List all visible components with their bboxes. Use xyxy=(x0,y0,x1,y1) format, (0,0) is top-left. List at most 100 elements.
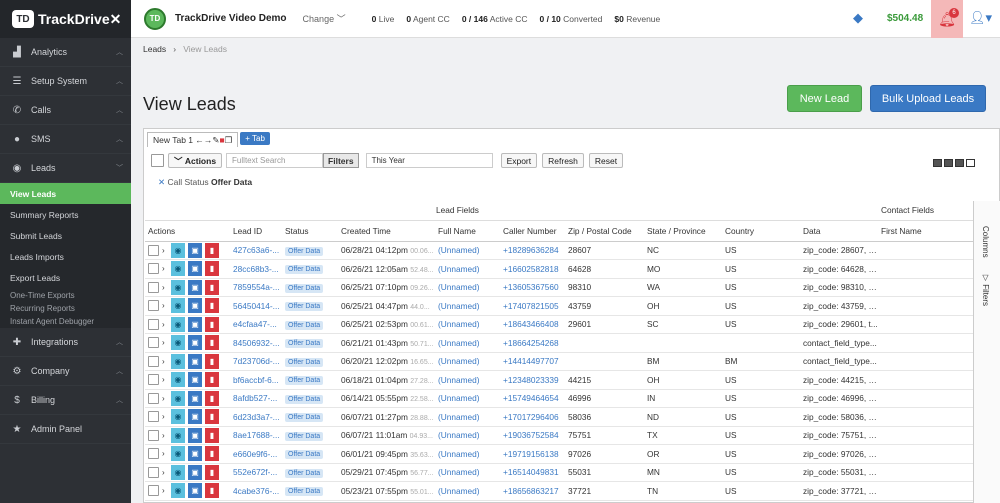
lead-id-link[interactable]: e4cfaa47-... xyxy=(230,315,282,334)
expand-row-icon[interactable]: › xyxy=(162,283,168,292)
row-checkbox[interactable] xyxy=(148,355,159,367)
table-row[interactable]: › ◉ ▣ ▮ e660e9f6-... Offer Data 06/01/21 09:45… xyxy=(145,444,973,464)
caller-number-link[interactable]: +17017296406 xyxy=(500,407,565,427)
row-checkbox[interactable] xyxy=(148,429,159,441)
sidebar-item-company[interactable]: ⚙ Company ︿ xyxy=(0,357,131,386)
full-name-link[interactable]: (Unnamed) xyxy=(435,296,500,316)
table-row[interactable]: › ◉ ▣ ▮ 7859554a-... Offer Data 06/25/21 07:10… xyxy=(145,278,973,297)
column-header[interactable]: First Name xyxy=(878,220,973,242)
caller-number-link[interactable]: +19036752584 xyxy=(500,426,565,445)
copy-icon[interactable]: ❐ xyxy=(225,135,233,146)
expand-row-icon[interactable]: › xyxy=(162,246,168,255)
expand-row-icon[interactable]: › xyxy=(162,486,168,495)
row-checkbox[interactable] xyxy=(148,485,159,497)
add-tab-button[interactable]: + Tab xyxy=(240,132,270,145)
eye-icon[interactable]: ◉ xyxy=(171,464,185,480)
row-checkbox[interactable] xyxy=(148,392,159,404)
row-checkbox[interactable] xyxy=(148,318,159,330)
row-checkbox[interactable] xyxy=(148,466,159,478)
table-row[interactable]: › ◉ ▣ ▮ 6d23d3a7-... Offer Data 06/07/21 01:27… xyxy=(145,407,973,427)
sidebar-item-admin-panel[interactable]: ★ Admin Panel xyxy=(0,415,131,444)
expand-row-icon[interactable]: › xyxy=(162,301,168,310)
column-header[interactable]: Created Time xyxy=(338,220,435,242)
sidebar-subitem-recurring-reports[interactable]: Recurring Reports xyxy=(0,302,131,315)
eye-icon[interactable]: ◉ xyxy=(171,427,185,443)
full-name-link[interactable]: (Unnamed) xyxy=(435,481,500,501)
trash-icon[interactable]: ▮ xyxy=(205,335,219,351)
save-icon[interactable]: ▣ xyxy=(188,409,202,425)
table-row[interactable]: › ◉ ▣ ▮ 4cabe376-... Offer Data 05/23/21 07:55… xyxy=(145,481,973,501)
expand-row-icon[interactable]: › xyxy=(162,375,168,384)
sidebar-subitem-view-leads[interactable]: View Leads xyxy=(0,183,131,204)
expand-row-icon[interactable]: › xyxy=(162,394,168,403)
table-row[interactable]: › ◉ ▣ ▮ 56450414-... Offer Data 06/25/21 04:47… xyxy=(145,296,973,316)
save-icon[interactable]: ▣ xyxy=(188,279,202,295)
table-row[interactable]: › ◉ ▣ ▮ 8ae17688-... Offer Data 06/07/21 11:01… xyxy=(145,426,973,445)
row-checkbox[interactable] xyxy=(148,448,159,460)
row-checkbox[interactable] xyxy=(148,300,159,312)
pencil-icon[interactable]: ✎ xyxy=(212,135,219,146)
eye-icon[interactable]: ◉ xyxy=(171,261,185,277)
save-icon[interactable]: ▣ xyxy=(188,372,202,388)
trash-icon[interactable]: ▮ xyxy=(205,298,219,314)
row-checkbox[interactable] xyxy=(148,374,159,386)
new-lead-button[interactable]: New Lead xyxy=(787,85,862,112)
sidebar-subitem-export-leads[interactable]: Export Leads xyxy=(0,267,131,289)
trash-icon[interactable]: ▮ xyxy=(205,261,219,277)
row-checkbox[interactable] xyxy=(148,244,159,256)
full-name-link[interactable]: (Unnamed) xyxy=(435,407,500,427)
caller-number-link[interactable]: +18664254268 xyxy=(500,333,565,353)
eye-icon[interactable]: ◉ xyxy=(171,242,185,258)
sidebar-subitem-summary-reports[interactable]: Summary Reports xyxy=(0,204,131,225)
eye-icon[interactable]: ◉ xyxy=(171,279,185,295)
save-icon[interactable]: ▣ xyxy=(188,298,202,314)
trash-icon[interactable]: ▮ xyxy=(205,446,219,462)
eye-icon[interactable]: ◉ xyxy=(171,409,185,425)
lead-id-link[interactable]: 56450414-... xyxy=(230,296,282,316)
sidebar-item-setup-system[interactable]: ☰ Setup System ︿ xyxy=(0,67,131,96)
fulltext-search-input[interactable]: Fulltext Search xyxy=(226,153,324,168)
trash-icon[interactable]: ▮ xyxy=(205,390,219,406)
sidebar-item-integrations[interactable]: ✚ Integrations ︿ xyxy=(0,328,131,357)
table-row[interactable]: › ◉ ▣ ▮ 7d23706d-... Offer Data 06/20/21 12:02… xyxy=(145,352,973,371)
expand-row-icon[interactable]: › xyxy=(162,468,168,477)
save-icon[interactable]: ▣ xyxy=(188,446,202,462)
table-row[interactable]: › ◉ ▣ ▮ 28cc68b3-... Offer Data 06/26/21 12:05… xyxy=(145,259,973,279)
date-range-input[interactable]: This Year xyxy=(365,153,493,168)
tags-icon[interactable]: ◆ xyxy=(853,10,863,26)
caller-number-link[interactable]: +17407821505 xyxy=(500,296,565,316)
trash-icon[interactable]: ▮ xyxy=(205,409,219,425)
table-row[interactable]: › ◉ ▣ ▮ e4cfaa47-... Offer Data 06/25/21 02:53… xyxy=(145,315,973,334)
save-icon[interactable]: ▣ xyxy=(188,427,202,443)
column-header[interactable]: Zip / Postal Code xyxy=(565,220,644,242)
layout-empty-icon[interactable] xyxy=(966,159,975,167)
arrow-right-icon[interactable]: → xyxy=(204,135,213,145)
expand-row-icon[interactable]: › xyxy=(162,357,168,366)
column-header[interactable]: Data xyxy=(800,220,878,242)
full-name-link[interactable]: (Unnamed) xyxy=(435,241,500,260)
refresh-button[interactable]: Refresh xyxy=(542,153,584,168)
full-name-link[interactable]: (Unnamed) xyxy=(435,426,500,445)
full-name-link[interactable]: (Unnamed) xyxy=(435,278,500,297)
layout-compact-icon[interactable] xyxy=(933,159,942,167)
filters-side-tab[interactable]: ▽ Filters xyxy=(981,273,990,306)
export-button[interactable]: Export xyxy=(500,153,538,168)
save-icon[interactable]: ▣ xyxy=(188,261,202,277)
full-name-link[interactable]: (Unnamed) xyxy=(435,315,500,334)
sidebar-subitem-submit-leads[interactable]: Submit Leads xyxy=(0,225,131,246)
brand-logo[interactable]: TD TrackDrive xyxy=(12,10,110,28)
eye-icon[interactable]: ◉ xyxy=(171,446,185,462)
arrow-left-icon[interactable]: ← xyxy=(195,135,204,145)
eye-icon[interactable]: ◉ xyxy=(171,390,185,406)
column-header[interactable]: Lead ID xyxy=(230,220,282,242)
column-header[interactable]: Status xyxy=(282,220,338,242)
remove-filter-icon[interactable]: ✕ xyxy=(158,177,165,187)
save-icon[interactable]: ▣ xyxy=(188,483,202,499)
eye-icon[interactable]: ◉ xyxy=(171,316,185,332)
lead-id-link[interactable]: 84506932-... xyxy=(230,333,282,353)
trash-icon[interactable]: ▮ xyxy=(205,353,219,369)
eye-icon[interactable]: ◉ xyxy=(171,483,185,499)
lead-id-link[interactable]: 28cc68b3-... xyxy=(230,259,282,279)
actions-dropdown[interactable]: ﹀ Actions xyxy=(168,153,223,168)
full-name-link[interactable]: (Unnamed) xyxy=(435,463,500,482)
